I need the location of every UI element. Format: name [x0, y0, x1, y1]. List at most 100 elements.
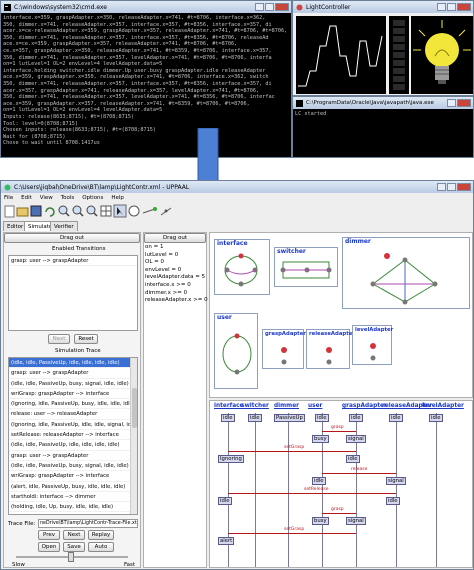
zoom-fit-icon[interactable]: [86, 205, 98, 217]
minimize-button[interactable]: [437, 183, 446, 191]
java-titlebar[interactable]: C:\ProgramData\Oracle\Java\javapath\java…: [293, 97, 473, 109]
process-switcher[interactable]: switcher: [274, 247, 338, 287]
close-button[interactable]: [457, 3, 471, 11]
trace-item[interactable]: (idle, idle, PassiveUp, idle, idle, idle…: [9, 440, 137, 451]
trace-item[interactable]: release: user --> releaseAdapter: [9, 409, 137, 420]
trace-item[interactable]: grasp: user --> graspAdapter: [9, 451, 137, 461]
select-tool-icon[interactable]: [113, 204, 127, 218]
close-button[interactable]: [275, 3, 289, 11]
cmd-titlebar[interactable]: C:\windows\system32\cmd.exe: [1, 1, 291, 13]
msc-state[interactable]: idle: [429, 414, 443, 422]
trace-item[interactable]: (idle, idle, PassiveUp, busy, signal, id…: [9, 379, 137, 389]
java-console[interactable]: LC started: [293, 109, 473, 157]
auto-button[interactable]: Auto: [88, 542, 114, 552]
grid-icon[interactable]: [100, 205, 112, 217]
nail-tool-icon[interactable]: [160, 207, 172, 216]
msc-state[interactable]: signal: [346, 517, 366, 525]
uppaal-titlebar[interactable]: C:\Users\jiqbal\OneDrive\BT\lamp\LightCo…: [1, 181, 473, 193]
close-button[interactable]: [457, 99, 471, 107]
trace-item[interactable]: wriGrasp: graspAdapter --> interface: [9, 471, 137, 482]
open-icon[interactable]: [16, 207, 29, 217]
menu-help[interactable]: Help: [111, 195, 124, 201]
save-button[interactable]: Save: [63, 542, 85, 552]
process-releaseadapter[interactable]: releaseAdapter: [306, 329, 355, 369]
trace-item[interactable]: (idle, idle, PassiveUp, busy, signal, id…: [9, 461, 137, 472]
menu-options[interactable]: Options: [82, 195, 103, 201]
trace-item[interactable]: (holding, idle, Up, busy, idle, idle, id…: [9, 502, 137, 513]
cmd-window[interactable]: C:\windows\system32\cmd.exe interface.x=…: [0, 0, 292, 158]
drag-out-button[interactable]: Drag out: [4, 233, 140, 243]
msc-state[interactable]: idle: [386, 497, 400, 505]
msc-state[interactable]: idle: [315, 414, 329, 422]
variable-item: on = 1: [145, 244, 164, 250]
simulation-trace-list[interactable]: (idle, idle, PassiveUp, idle, idle, idle…: [8, 357, 138, 515]
save-icon[interactable]: [30, 205, 42, 217]
msc-state[interactable]: idle: [248, 414, 262, 422]
lightcontroller-window[interactable]: LightController: [292, 0, 474, 96]
minimize-button[interactable]: [255, 3, 264, 11]
msc-state[interactable]: idle: [218, 497, 232, 505]
speed-slider[interactable]: [16, 552, 128, 562]
java-window[interactable]: C:\ProgramData\Oracle\Java\javapath\java…: [292, 96, 474, 158]
msc-state[interactable]: busy: [312, 517, 329, 525]
msc-state[interactable]: idle: [389, 414, 403, 422]
menu-edit[interactable]: Edit: [21, 195, 32, 201]
undo-icon[interactable]: [45, 207, 55, 217]
trace-file-field[interactable]: neDrive\BT\lamp\LightContr-Trace-File.xt…: [38, 519, 138, 528]
msc-state[interactable]: busy: [312, 435, 329, 443]
next-button[interactable]: Next: [48, 334, 70, 344]
process-dimmer[interactable]: dimmer: [342, 237, 470, 309]
trace-item[interactable]: grasp: user --> graspAdapter: [9, 368, 137, 379]
msc-state[interactable]: idle: [312, 477, 326, 485]
trace-scrollbar[interactable]: [130, 358, 137, 514]
enabled-transitions-list[interactable]: grasp: user --> graspAdapter: [8, 255, 138, 331]
msc-state[interactable]: alert: [218, 537, 235, 545]
maximize-button[interactable]: [447, 3, 456, 11]
enabled-transition-item[interactable]: grasp: user --> graspAdapter: [9, 256, 137, 267]
msc-state[interactable]: signal: [346, 435, 366, 443]
menu-tools[interactable]: Tools: [61, 195, 75, 201]
msc-state[interactable]: idle: [346, 455, 360, 463]
process-graspadapter[interactable]: graspAdapter: [262, 329, 306, 369]
reset-button[interactable]: Reset: [74, 334, 98, 344]
trace-item[interactable]: (Ignoring, idle, PassiveUp, busy, idle, …: [9, 399, 137, 410]
msc-state[interactable]: idle: [221, 414, 235, 422]
msc-state[interactable]: PassiveUp: [274, 414, 305, 422]
replay-button[interactable]: Replay: [88, 530, 114, 540]
msc-state[interactable]: idle: [349, 414, 363, 422]
lightcontroller-titlebar[interactable]: LightController: [293, 1, 473, 13]
location-tool-icon[interactable]: [128, 205, 140, 217]
trace-item[interactable]: (Ignoring, idle, PassiveUp, idle, idle, …: [9, 420, 137, 431]
trace-item[interactable]: (idle, idle, PassiveUp, idle, idle, idle…: [9, 358, 137, 369]
open-button[interactable]: Open: [38, 542, 60, 552]
process-interface[interactable]: interface: [214, 239, 270, 295]
menu-view[interactable]: View: [40, 195, 53, 201]
drag-out-button-2[interactable]: Drag out: [144, 233, 206, 243]
maximize-button[interactable]: [447, 183, 456, 191]
uppaal-window[interactable]: C:\Users\jiqbal\OneDrive\BT\lamp\LightCo…: [0, 180, 474, 570]
new-icon[interactable]: [4, 205, 15, 218]
trace-item[interactable]: wriGrasp: graspAdapter --> interface: [9, 389, 137, 400]
speed-slider-thumb[interactable]: [68, 552, 74, 562]
menu-file[interactable]: File: [4, 195, 13, 201]
prev-button[interactable]: Prev: [38, 530, 60, 540]
edge-tool-icon[interactable]: [142, 207, 157, 214]
trace-item[interactable]: startholdi: interface --> dimmer: [9, 492, 137, 503]
process-user[interactable]: user: [214, 313, 258, 389]
msc-message-label: setGrasp: [284, 445, 305, 450]
variable-item: dimmer.x >= 0: [145, 289, 188, 296]
process-leveladapter[interactable]: levelAdapter: [352, 325, 393, 365]
tab-verifier[interactable]: Verifier: [50, 221, 78, 231]
maximize-button[interactable]: [265, 3, 274, 11]
msc-state[interactable]: Ignoring: [218, 455, 244, 463]
next-trace-button[interactable]: Next: [63, 530, 85, 540]
trace-item[interactable]: (alert, idle, PassiveUp, busy, idle, idl…: [9, 482, 137, 492]
close-button[interactable]: [457, 183, 471, 191]
minimize-button[interactable]: [447, 99, 456, 107]
zoom-in-icon[interactable]: [58, 205, 70, 217]
cmd-console[interactable]: interface.x=359, graspAdapter.x=350, rel…: [1, 13, 291, 157]
minimize-button[interactable]: [437, 3, 446, 11]
trace-item[interactable]: setRelease: releaseAdapter --> interface: [9, 430, 137, 441]
msc-state[interactable]: signal: [386, 477, 406, 485]
zoom-out-icon[interactable]: [72, 205, 84, 217]
